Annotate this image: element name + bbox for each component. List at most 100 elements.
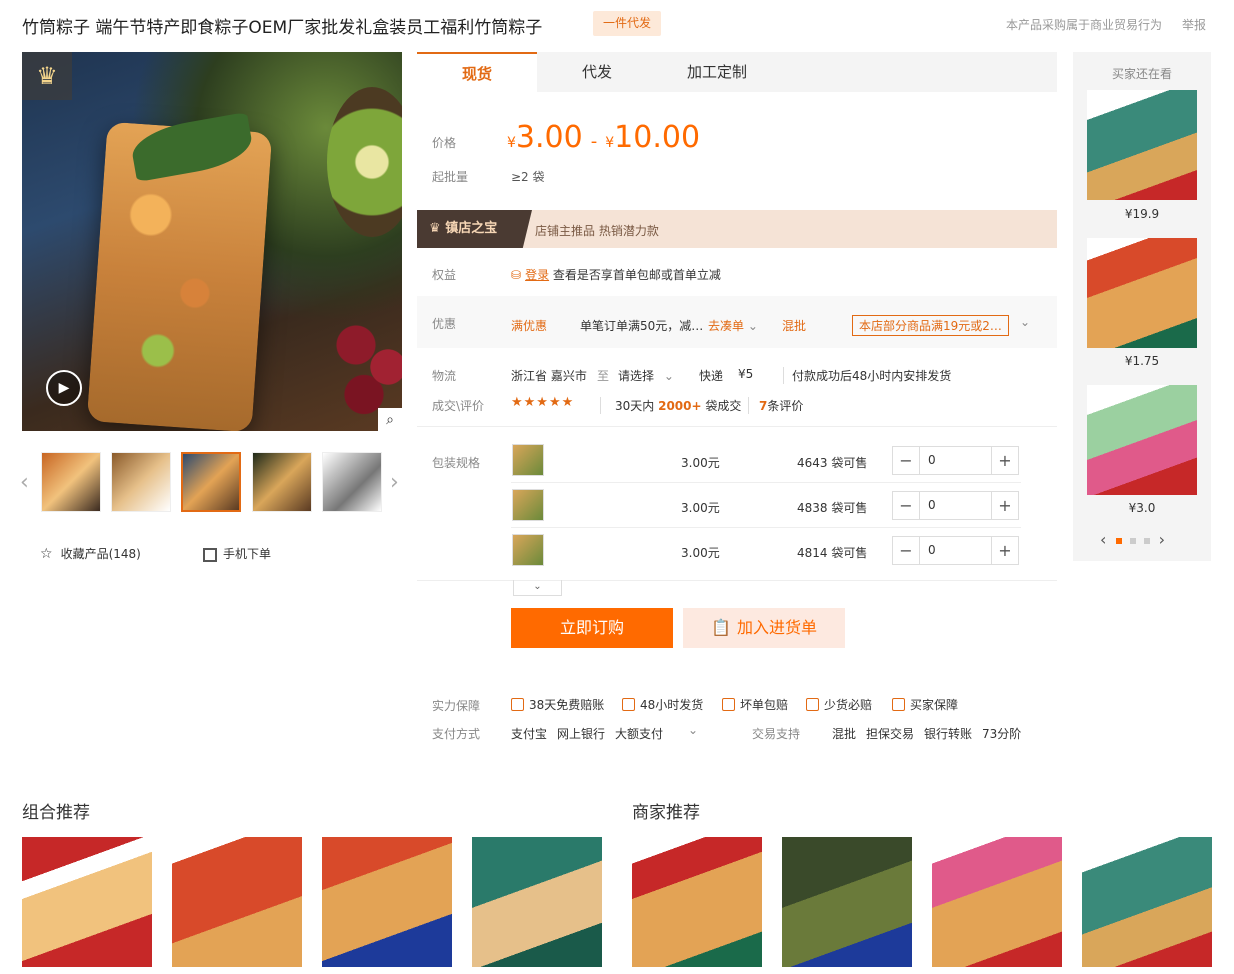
guarantee-icon (622, 698, 635, 711)
pager-dot[interactable] (1143, 537, 1150, 544)
spec-thumbnail[interactable] (512, 534, 544, 566)
trade-support-item: 银行转账 (924, 727, 973, 741)
thumbnail-active[interactable] (181, 452, 241, 512)
plus-button[interactable]: + (992, 537, 1018, 564)
quantity-stepper: − 0 + (892, 536, 1019, 565)
merchant-product-image[interactable] (932, 837, 1062, 967)
carousel-pager: ‹ › (1100, 530, 1165, 549)
chevron-left-icon[interactable]: ‹ (1100, 530, 1106, 549)
divider (511, 527, 1021, 528)
go-collect-button[interactable]: 去凑单 ⌄ (708, 317, 758, 334)
also-viewed-title: 买家还在看 (1111, 67, 1172, 81)
minus-button[interactable]: − (893, 537, 919, 564)
offer-label: 优惠 (432, 317, 457, 331)
guarantee-icon (806, 698, 819, 711)
minus-button[interactable]: − (893, 447, 919, 474)
quantity-stepper: − 0 + (892, 446, 1019, 475)
guarantee-item: 买家保障 (892, 696, 958, 713)
deals-label: 成交\评价 (432, 399, 485, 413)
combo-product-image[interactable] (172, 837, 302, 967)
report-link[interactable]: 举报 (1182, 16, 1206, 33)
combo-product-image[interactable] (472, 837, 602, 967)
logistics-label: 物流 (432, 369, 457, 383)
product-title: 竹筒粽子 端午节特产即食粽子OEM厂家批发礼盒装员工福利竹筒粽子 (22, 18, 543, 38)
recommend-price: ¥3.0 (1128, 501, 1156, 515)
merchant-product-image[interactable] (782, 837, 912, 967)
crown-icon: ♛ (429, 221, 446, 236)
spec-thumbnail[interactable] (512, 444, 544, 476)
plus-button[interactable]: + (992, 447, 1018, 474)
offer-type-mixed: 混批 (782, 319, 807, 333)
recommend-price: ¥1.75 (1124, 354, 1160, 368)
offer-desc: 单笔订单满50元，减… (580, 319, 704, 333)
divider (511, 482, 1021, 483)
guarantee-item: 少货必赔 (806, 696, 872, 713)
guarantee-icon (892, 698, 905, 711)
thumbnail[interactable] (252, 452, 312, 512)
rights-label: 权益 (432, 268, 457, 282)
recommend-image[interactable] (1087, 238, 1197, 348)
merchant-product-image[interactable] (1082, 837, 1212, 967)
shipping-note: 付款成功后48小时内安排发货 (783, 367, 951, 384)
trade-support-label: 交易支持 (752, 727, 801, 741)
rating-stars: ★★★★★ (511, 395, 575, 410)
quantity-input[interactable]: 0 (919, 537, 992, 564)
thumb-prev-icon[interactable]: ‹ (20, 470, 29, 495)
crown-icon: ♛ (22, 52, 72, 100)
play-video-icon[interactable]: ▶ (46, 370, 82, 406)
trade-support-item: 担保交易 (866, 727, 915, 741)
payment-label: 支付方式 (432, 727, 481, 741)
ship-to-select[interactable]: 请选择 ⌄ (618, 367, 674, 384)
combo-product-image[interactable] (322, 837, 452, 967)
favorite-button[interactable]: ☆ 收藏产品(148) (40, 545, 141, 562)
treasure-tag: ♛ 镇店之宝 (417, 210, 532, 248)
pager-dot-active[interactable] (1115, 537, 1122, 544)
thumbnail[interactable] (322, 452, 382, 512)
purchase-tabs: 现货 代发 加工定制 (417, 52, 1057, 92)
plus-button[interactable]: + (992, 492, 1018, 519)
merchant-product-image[interactable] (632, 837, 762, 967)
main-product-image[interactable]: ♛ ▶ ⌕ (22, 52, 402, 431)
quantity-input[interactable]: 0 (919, 492, 992, 519)
thumbnail[interactable] (41, 452, 101, 512)
price-label: 价格 (432, 136, 457, 150)
mixed-batch-tag[interactable]: 本店部分商品满19元或2… (852, 315, 1009, 336)
guarantee-label: 实力保障 (432, 699, 481, 713)
tab-spot[interactable]: 现货 (417, 52, 537, 92)
tab-custom[interactable]: 加工定制 (657, 52, 777, 92)
divider (417, 426, 1057, 427)
thumbnail[interactable] (111, 452, 171, 512)
dropship-badge: 一件代发 (593, 11, 661, 36)
spec-stock: 4643 袋可售 (797, 456, 868, 470)
quantity-input[interactable]: 0 (919, 447, 992, 474)
thumb-next-icon[interactable]: › (390, 470, 399, 495)
chevron-down-icon[interactable]: ⌄ (688, 723, 698, 737)
add-to-cart-button[interactable]: 📋 加入进货单 (683, 608, 845, 648)
buy-now-button[interactable]: 立即订购 (511, 608, 673, 648)
spec-thumbnail[interactable] (512, 489, 544, 521)
recommend-image[interactable] (1087, 385, 1197, 495)
review-count[interactable]: 7条评价 (748, 397, 803, 414)
spec-stock: 4838 袋可售 (797, 501, 868, 515)
mobile-order-button[interactable]: 手机下单 (203, 545, 271, 562)
spec-price: 3.00元 (681, 456, 720, 470)
pager-dot[interactable] (1129, 537, 1136, 544)
minus-button[interactable]: − (893, 492, 919, 519)
zoom-icon[interactable]: ⌕ (378, 408, 402, 431)
payment-method: 网上银行 (557, 727, 606, 741)
login-link[interactable]: 登录 (525, 268, 549, 282)
moq-label: 起批量 (432, 170, 469, 184)
chevron-right-icon[interactable]: › (1159, 530, 1165, 549)
recommend-image[interactable] (1087, 90, 1197, 200)
express-label: 快递 (699, 369, 724, 383)
offer-type-full: 满优惠 (511, 319, 548, 333)
ship-from: 浙江省 嘉兴市 (511, 369, 587, 383)
tab-dropship[interactable]: 代发 (537, 52, 657, 92)
guarantee-icon (722, 698, 735, 711)
guarantee-icon (511, 698, 524, 711)
chevron-down-icon[interactable]: ⌄ (1020, 315, 1030, 329)
trade-note: 本产品采购属于商业贸易行为 (1006, 18, 1163, 32)
ship-to-word: 至 (597, 369, 610, 383)
combo-product-image[interactable] (22, 837, 152, 967)
expand-specs-button[interactable]: ⌄ (513, 580, 562, 596)
